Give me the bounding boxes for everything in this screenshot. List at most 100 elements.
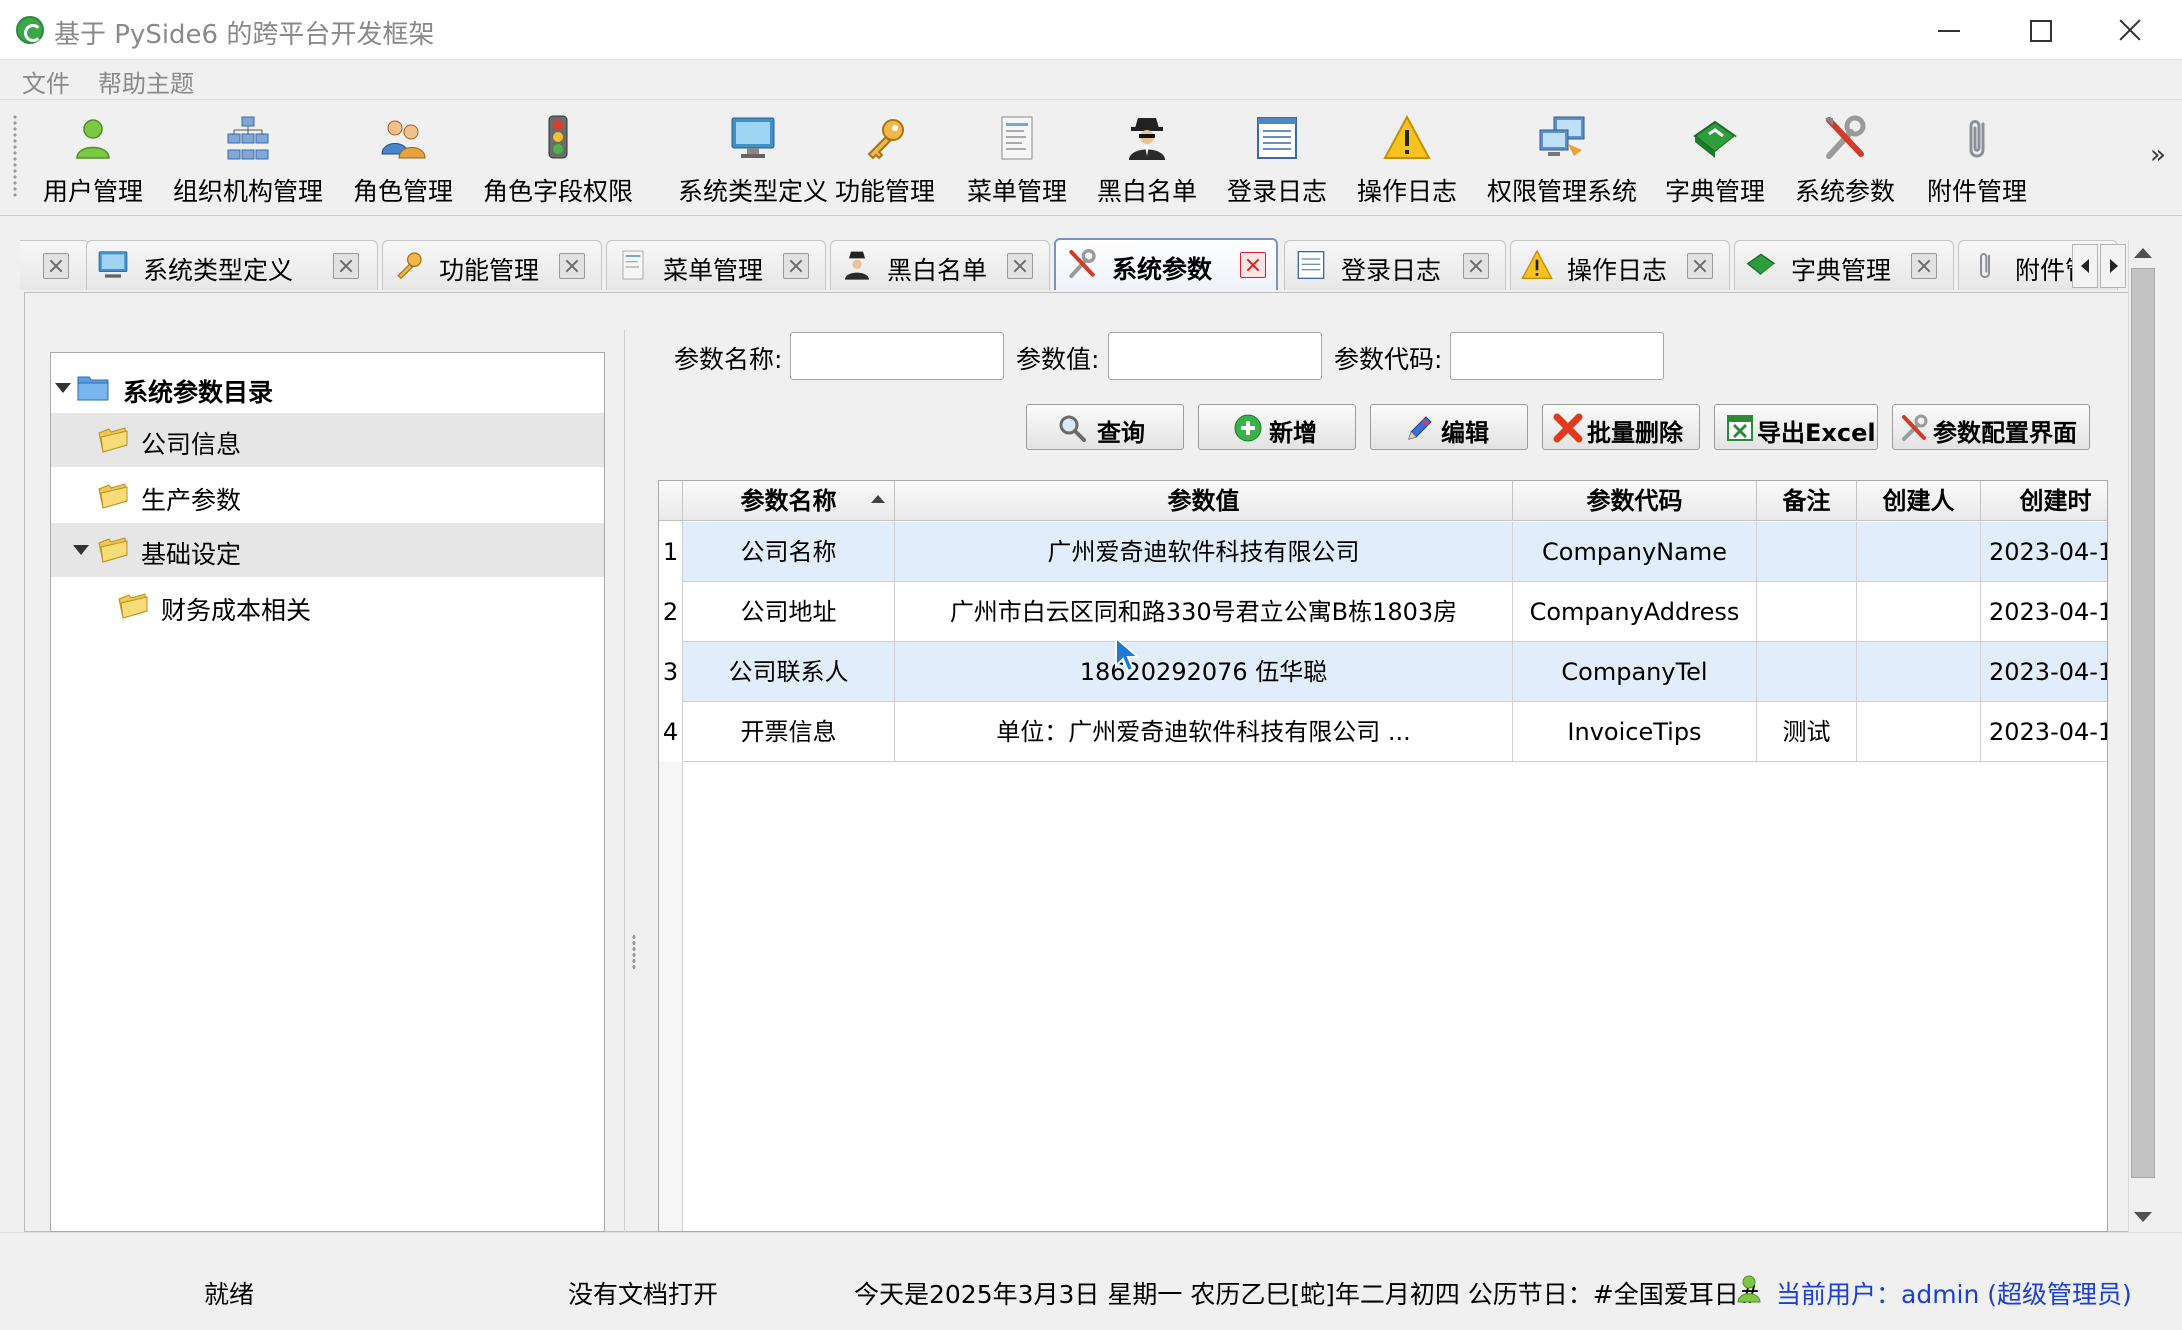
cell-created[interactable]: 2023-04-16 (1981, 582, 2107, 642)
toolbar-overflow-button[interactable]: » (2150, 140, 2166, 170)
cell-note[interactable] (1757, 582, 1857, 642)
query-button[interactable]: 查询 (1026, 404, 1184, 450)
toolbar-dictionary-management[interactable]: 字典管理 (1660, 110, 1770, 210)
toolbar-blacklist[interactable]: 黑白名单 (1092, 110, 1202, 210)
tab-close-button[interactable] (783, 253, 809, 279)
add-button[interactable]: 新增 (1198, 404, 1356, 450)
scrollbar-thumb[interactable] (2131, 268, 2155, 1178)
tab-system-parameters[interactable]: 系统参数 (1054, 238, 1278, 290)
cell-code[interactable]: CompanyTel (1513, 642, 1757, 702)
tab-clipped[interactable] (20, 240, 90, 290)
tab-scroll-right-button[interactable] (2100, 244, 2126, 288)
cell-value[interactable]: 广州爱奇迪软件科技有限公司 (895, 522, 1513, 582)
tab-close-button[interactable] (43, 253, 69, 279)
cell-name[interactable]: 开票信息 (683, 702, 895, 762)
cell-code[interactable]: CompanyName (1513, 522, 1757, 582)
param-code-input[interactable] (1450, 332, 1664, 380)
column-header-value[interactable]: 参数值 (895, 481, 1513, 521)
tree-item-company-info[interactable]: 公司信息 (51, 413, 604, 467)
toolbar-operation-log[interactable]: 操作日志 (1352, 110, 1462, 210)
cell-note[interactable] (1757, 642, 1857, 702)
cell-note[interactable]: 测试 (1757, 702, 1857, 762)
param-name-input[interactable] (790, 332, 1004, 380)
tab-close-button[interactable] (1911, 253, 1937, 279)
tab-blacklist[interactable]: 黑白名单 (830, 240, 1050, 290)
cell-name[interactable]: 公司联系人 (683, 642, 895, 702)
toolbar-org-management[interactable]: 组织机构管理 (168, 110, 328, 210)
cell-value[interactable]: 广州市白云区同和路330号君立公寓B栋1803房 (895, 582, 1513, 642)
toolbar-permission-system[interactable]: 权限管理系统 (1482, 110, 1642, 210)
cell-creator[interactable] (1857, 642, 1981, 702)
cell-created[interactable]: 2023-04-16 (1981, 642, 2107, 702)
minimize-button[interactable] (1918, 10, 1978, 50)
menu-file[interactable]: 文件 (22, 64, 70, 99)
batch-delete-button[interactable]: 批量删除 (1542, 404, 1700, 450)
export-excel-button[interactable]: 导出Excel (1714, 404, 1878, 450)
tab-close-button[interactable] (1240, 252, 1266, 278)
toolbar-role-field-permission[interactable]: 角色字段权限 (478, 110, 638, 210)
tab-label: 功能管理 (439, 256, 540, 285)
tree-item-production-params[interactable]: 生产参数 (51, 469, 604, 523)
cell-created[interactable]: 2023-04-16 (1981, 702, 2107, 762)
menu-help[interactable]: 帮助主题 (98, 64, 194, 99)
tab-function-management[interactable]: 功能管理 (382, 240, 602, 290)
toolbar-menu-management[interactable]: 菜单管理 (962, 110, 1072, 210)
param-value-input[interactable] (1108, 332, 1322, 380)
expand-arrow-icon[interactable] (55, 383, 71, 393)
cell-created[interactable]: 2023-04-16 (1981, 522, 2107, 582)
toolbar-role-management[interactable]: 角色管理 (348, 110, 458, 210)
cell-creator[interactable] (1857, 522, 1981, 582)
cell-value[interactable]: 18620292076 伍华聪 (895, 642, 1513, 702)
tab-menu-management[interactable]: 菜单管理 (606, 240, 826, 290)
maximize-button[interactable] (2008, 10, 2068, 50)
cell-creator[interactable] (1857, 582, 1981, 642)
tree-item-basic-settings[interactable]: 基础设定 (51, 523, 604, 577)
table-row[interactable]: 1 公司名称 广州爱奇迪软件科技有限公司 CompanyName 2023-04… (659, 522, 2107, 582)
tab-operation-log[interactable]: 操作日志 (1510, 240, 1730, 290)
tab-scroll-left-button[interactable] (2072, 244, 2098, 288)
table-row[interactable]: 2 公司地址 广州市白云区同和路330号君立公寓B栋1803房 CompanyA… (659, 582, 2107, 642)
cell-value[interactable]: 单位：广州爱奇迪软件科技有限公司 ... (895, 702, 1513, 762)
tab-close-button[interactable] (1463, 253, 1489, 279)
cell-note[interactable] (1757, 522, 1857, 582)
tab-close-button[interactable] (1007, 253, 1033, 279)
toolbar-user-management[interactable]: 用户管理 (38, 110, 148, 210)
column-header-created[interactable]: 创建时 (1981, 481, 2107, 521)
column-header-code[interactable]: 参数代码 (1513, 481, 1757, 521)
table-row[interactable]: 3 公司联系人 18620292076 伍华聪 CompanyTel 2023-… (659, 642, 2107, 702)
tree-item-finance-cost[interactable]: 财务成本相关 (51, 579, 604, 633)
expand-arrow-icon[interactable] (73, 545, 89, 555)
param-config-button[interactable]: 参数配置界面 (1892, 404, 2090, 450)
toolbar-function-management[interactable]: 功能管理 (830, 110, 940, 210)
column-header-note[interactable]: 备注 (1757, 481, 1857, 521)
close-window-button[interactable] (2100, 10, 2160, 50)
tab-dictionary-management[interactable]: 字典管理 (1734, 240, 1954, 290)
splitter-handle[interactable] (632, 934, 636, 970)
toolbar-system-parameters[interactable]: 系统参数 (1790, 110, 1900, 210)
toolbar-attachment-management[interactable]: 附件管理 (1922, 110, 2032, 210)
tab-close-button[interactable] (333, 253, 359, 279)
cell-code[interactable]: InvoiceTips (1513, 702, 1757, 762)
column-header-name[interactable]: 参数名称 (683, 481, 895, 521)
toolbar-login-log[interactable]: 登录日志 (1222, 110, 1332, 210)
tab-system-type-definition[interactable]: 系统类型定义 (86, 240, 378, 290)
toolbar-label: 系统类型定义 (677, 177, 828, 206)
warning-icon (1521, 249, 1553, 279)
cell-code[interactable]: CompanyAddress (1513, 582, 1757, 642)
tab-close-button[interactable] (1687, 253, 1713, 279)
toolbar-system-type-definition[interactable]: 系统类型定义 (658, 110, 848, 210)
table-row[interactable]: 4 开票信息 单位：广州爱奇迪软件科技有限公司 ... InvoiceTips … (659, 702, 2107, 762)
tree-root[interactable]: 系统参数目录 (51, 361, 604, 415)
cell-creator[interactable] (1857, 702, 1981, 762)
column-header-creator[interactable]: 创建人 (1857, 481, 1981, 521)
edit-button[interactable]: 编辑 (1370, 404, 1528, 450)
status-current-user[interactable]: 当前用户：admin (超级管理员) (1776, 1275, 2132, 1311)
cell-name[interactable]: 公司名称 (683, 522, 895, 582)
vertical-scrollbar[interactable] (2128, 240, 2158, 1232)
tab-login-log[interactable]: 登录日志 (1284, 240, 1506, 290)
toolbar-grip[interactable] (12, 114, 18, 198)
scroll-up-arrow-icon[interactable] (2134, 248, 2152, 258)
tab-close-button[interactable] (559, 253, 585, 279)
scroll-down-arrow-icon[interactable] (2134, 1212, 2152, 1222)
cell-name[interactable]: 公司地址 (683, 582, 895, 642)
